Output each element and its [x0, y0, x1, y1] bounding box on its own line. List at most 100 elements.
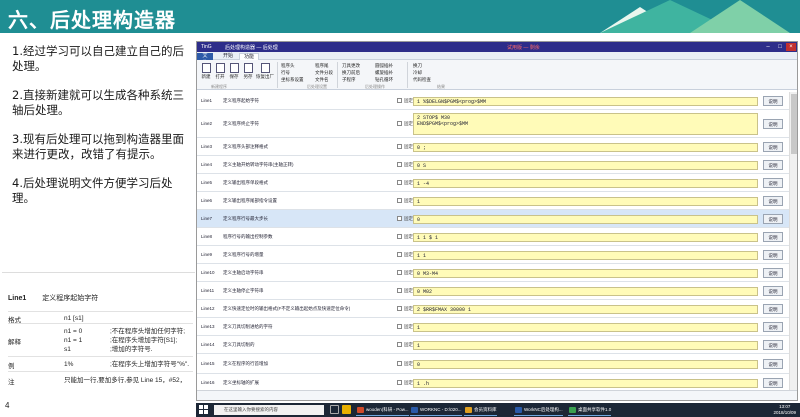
- row-help-button[interactable]: 说明: [763, 214, 783, 224]
- ribbon-item[interactable]: 坐标系设置: [281, 77, 304, 83]
- parameter-row[interactable]: Line10 定义主轴启动字符串 固定 0 M3-M4 说明: [197, 264, 797, 282]
- task-view-icon[interactable]: [330, 405, 339, 414]
- ribbon-item[interactable]: 代码检查: [413, 77, 431, 83]
- fixed-checkbox[interactable]: [397, 180, 402, 185]
- row-help-button[interactable]: 说明: [763, 378, 783, 388]
- taskbar-app-button[interactable]: WorkNC后处理构...: [514, 404, 563, 416]
- fixed-checkbox[interactable]: [397, 270, 402, 275]
- parameter-row[interactable]: Line2 定义程序终止字符 固定 2 STOP$ M30 END$PGM$<prog…: [197, 110, 797, 138]
- row-value-field[interactable]: 1 %$DELGN$PGM$<prog>$MM: [413, 97, 758, 106]
- row-help-button[interactable]: 说明: [763, 96, 783, 106]
- taskbar-app-button[interactable]: WORKNC - D:\020...: [410, 404, 462, 416]
- row-value-field[interactable]: 1: [413, 323, 758, 332]
- save-as-button[interactable]: 另存: [242, 63, 254, 80]
- row-value-field[interactable]: 1 1: [413, 251, 758, 260]
- taskbar-search-input[interactable]: 在这里输入你要搜索的内容: [214, 405, 324, 415]
- parameter-row[interactable]: Line7 定义程序行号最大步长 固定 0 说明: [197, 210, 797, 228]
- fixed-checkbox[interactable]: [397, 144, 402, 149]
- row-help-button[interactable]: 说明: [763, 304, 783, 314]
- row-help-button[interactable]: 说明: [763, 286, 783, 296]
- row-value-field[interactable]: 0: [413, 360, 758, 369]
- parameter-row[interactable]: Line5 定义输出程序单段格式 固定 1 -4 说明: [197, 174, 797, 192]
- open-button[interactable]: 打开: [214, 63, 226, 80]
- row-help-button[interactable]: 说明: [763, 250, 783, 260]
- tab-start[interactable]: 开始: [219, 53, 237, 60]
- parameter-row[interactable]: Line12 定义快速定位时的输出格式(F不定义输出起始点及快速定位命令) 固定 2 …: [197, 300, 797, 318]
- ribbon-item[interactable]: 文件名: [315, 77, 329, 83]
- file-explorer-icon[interactable]: [342, 405, 351, 414]
- row-value-field[interactable]: 1: [413, 341, 758, 350]
- parameter-row[interactable]: Line1 定义程序起始字符 固定 1 %$DELGN$PGM$<prog>$MM 说明: [197, 92, 797, 110]
- row-help-button[interactable]: 说明: [763, 142, 783, 152]
- row-help-button[interactable]: 说明: [763, 359, 783, 369]
- row-help-button[interactable]: 说明: [763, 160, 783, 170]
- maximize-icon[interactable]: □: [775, 43, 785, 51]
- row-value-field[interactable]: 1 1 $ 1: [413, 233, 758, 242]
- ribbon-item[interactable]: 行号: [281, 70, 290, 76]
- tab-functions[interactable]: 功能: [239, 53, 260, 60]
- close-icon[interactable]: ×: [786, 43, 796, 51]
- fixed-checkbox[interactable]: [397, 342, 402, 347]
- row-help-button[interactable]: 说明: [763, 196, 783, 206]
- save-button[interactable]: 保存: [228, 63, 240, 80]
- ribbon-item[interactable]: 换刀: [413, 63, 422, 69]
- row-help-button[interactable]: 说明: [763, 178, 783, 188]
- row-help-button[interactable]: 说明: [763, 232, 783, 242]
- parameter-row[interactable]: Line6 定义输出程序尾部指令设置 固定 1 说明: [197, 192, 797, 210]
- vertical-scrollbar[interactable]: [789, 92, 797, 390]
- taskbar-clock[interactable]: 13:07 2018/10/09: [773, 404, 796, 416]
- fixed-checkbox[interactable]: [397, 252, 402, 257]
- file-menu[interactable]: 文件: [197, 53, 213, 66]
- row-value-field[interactable]: 0 ;: [413, 143, 758, 152]
- ribbon-item[interactable]: 子程序: [342, 77, 356, 83]
- fixed-checkbox[interactable]: [397, 162, 402, 167]
- reset-button[interactable]: 恢复出厂: [256, 63, 274, 80]
- parameter-row[interactable]: Line3 定义程序头部注释格式 固定 0 ; 说明: [197, 138, 797, 156]
- row-value-field[interactable]: 0 S: [413, 161, 758, 170]
- row-help-button[interactable]: 说明: [763, 340, 783, 350]
- taskbar-app-button[interactable]: 会员资料库: [464, 404, 497, 416]
- ribbon-item[interactable]: 钻孔循环: [375, 77, 393, 83]
- row-help-button[interactable]: 说明: [763, 119, 783, 129]
- parameter-row[interactable]: Line11 定义主轴停止字符串 固定 0 M02 说明: [197, 282, 797, 300]
- taskbar-app-button[interactable]: 桌面共享软件1.0: [568, 404, 612, 416]
- ribbon-item[interactable]: 圆弧插补: [375, 63, 393, 69]
- parameter-row[interactable]: Line8 程序行号的输出控制参数 固定 1 1 $ 1 说明: [197, 228, 797, 246]
- ribbon-item[interactable]: 螺旋插补: [375, 70, 393, 76]
- parameter-row[interactable]: Line16 定义坐标轴的扩展 固定 1 .h 说明: [197, 374, 797, 390]
- row-help-button[interactable]: 说明: [763, 322, 783, 332]
- fixed-checkbox[interactable]: [397, 288, 402, 293]
- ribbon-item[interactable]: 刀具更改: [342, 63, 360, 69]
- fixed-checkbox[interactable]: [397, 361, 402, 366]
- row-help-button[interactable]: 说明: [763, 268, 783, 278]
- ribbon-item[interactable]: 冷却: [413, 70, 422, 76]
- fixed-checkbox[interactable]: [397, 380, 402, 385]
- ribbon-item[interactable]: 换刀前后: [342, 70, 360, 76]
- row-value-field[interactable]: 1: [413, 197, 758, 206]
- row-value-field[interactable]: 2 $RR$FMAX 30000 1: [413, 305, 758, 314]
- row-value-field[interactable]: 0: [413, 215, 758, 224]
- parameter-row[interactable]: Line13 定义刀具切削进给的字符 固定 1 说明: [197, 318, 797, 336]
- parameter-row[interactable]: Line15 定义在程序的行首增加 固定 0 说明: [197, 354, 797, 374]
- row-value-field[interactable]: 0 M3-M4: [413, 269, 758, 278]
- taskbar-app-button[interactable]: wooden(科研 - Pow...: [356, 404, 409, 416]
- scrollbar-thumb[interactable]: [791, 94, 797, 154]
- fixed-checkbox[interactable]: [397, 234, 402, 239]
- row-value-field[interactable]: 1 .h: [413, 379, 758, 388]
- ribbon-item[interactable]: 程序头: [281, 63, 295, 69]
- fixed-checkbox[interactable]: [397, 306, 402, 311]
- parameter-row[interactable]: Line4 定义主轴开始转动字符串(主轴正转) 固定 0 S 说明: [197, 156, 797, 174]
- row-value-field[interactable]: 2 STOP$ M30 END$PGM$<prog>$MM: [413, 113, 758, 135]
- windows-start-icon[interactable]: [199, 405, 209, 415]
- parameter-row[interactable]: Line9 定义程序行号的增量 固定 1 1 说明: [197, 246, 797, 264]
- fixed-checkbox[interactable]: [397, 324, 402, 329]
- fixed-checkbox[interactable]: [397, 98, 402, 103]
- fixed-checkbox[interactable]: [397, 121, 402, 126]
- ribbon-item[interactable]: 程序尾: [315, 63, 329, 69]
- ribbon-item[interactable]: 文件分段: [315, 70, 333, 76]
- minimize-icon[interactable]: –: [763, 43, 773, 51]
- row-value-field[interactable]: 0 M02: [413, 287, 758, 296]
- parameter-row[interactable]: Line14 定义刀具切削的 固定 1 说明: [197, 336, 797, 354]
- new-button[interactable]: 新建: [200, 63, 212, 80]
- fixed-checkbox[interactable]: [397, 216, 402, 221]
